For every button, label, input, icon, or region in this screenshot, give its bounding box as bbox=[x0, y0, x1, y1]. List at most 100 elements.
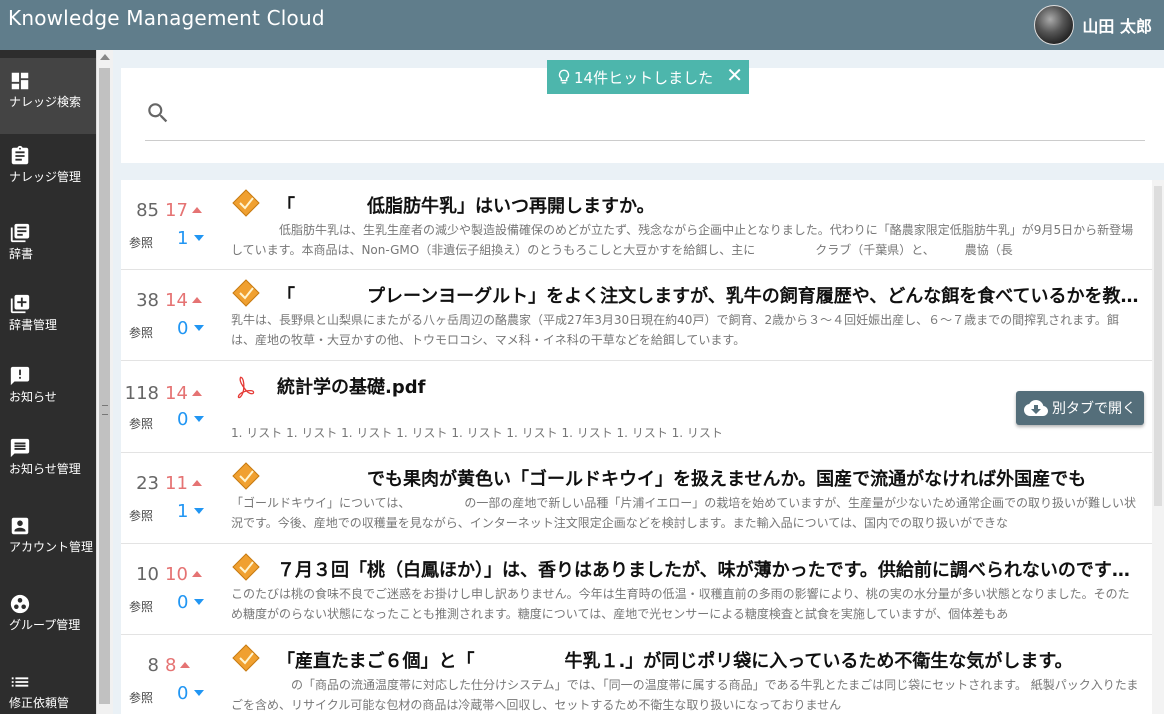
like-count: 11 bbox=[165, 473, 188, 494]
arrow-up-icon bbox=[191, 571, 202, 577]
sidebar-item-label: お知らせ管理 bbox=[9, 462, 81, 476]
sidebar-item-label: お知らせ bbox=[9, 390, 57, 404]
result-title-link[interactable]: ７月３回「桃（白鳳ほか）」は、香りはありましたが、味が薄かったです。供給前に調べ… bbox=[277, 556, 1147, 582]
like-button[interactable]: 17 bbox=[165, 200, 202, 221]
top-bar: Knowledge Management Cloud 山田 太郎 bbox=[0, 0, 1164, 50]
view-count: 8 bbox=[147, 655, 159, 676]
dislike-button[interactable]: 1 bbox=[177, 228, 205, 249]
knowledge-icon bbox=[232, 644, 260, 672]
group-icon bbox=[10, 594, 30, 614]
dashboard-icon bbox=[11, 72, 29, 90]
view-label: 参照 bbox=[129, 417, 154, 431]
like-count: 14 bbox=[165, 383, 188, 404]
list-item[interactable]: 118 参照 14 0 統計学の基礎.pdf 1. リスト 1. リスト 1. … bbox=[121, 361, 1152, 453]
result-title-link[interactable]: でも果肉が黄色い「ゴールドキウイ」を扱えませんか。国産で流通がなければ外国産でも bbox=[277, 465, 1147, 491]
sidebar-item-label: 修正依頼管 bbox=[9, 696, 70, 710]
like-button[interactable]: 14 bbox=[165, 290, 202, 311]
result-title-link[interactable]: 「産直たまご６個」と「 牛乳１.」が同じポリ袋に入っているため不衛生な気がします… bbox=[277, 647, 1147, 673]
dislike-button[interactable]: 0 bbox=[177, 409, 205, 430]
open-in-new-tab-button[interactable]: 別タブで開く bbox=[1016, 391, 1144, 425]
results-scrollbar[interactable] bbox=[1152, 180, 1164, 714]
view-count: 10 bbox=[136, 564, 159, 585]
view-label: 参照 bbox=[129, 600, 154, 614]
scroll-up-arrow-icon[interactable] bbox=[100, 54, 110, 60]
dislike-count: 0 bbox=[177, 409, 189, 430]
arrow-down-icon bbox=[194, 690, 205, 696]
user-menu[interactable]: 山田 太郎 bbox=[1034, 0, 1164, 50]
pdf-icon bbox=[237, 376, 255, 399]
search-input[interactable] bbox=[145, 140, 1145, 141]
view-label: 参照 bbox=[129, 509, 154, 523]
arrow-up-icon bbox=[191, 207, 202, 213]
arrow-down-icon bbox=[194, 599, 205, 605]
list-item[interactable]: 10 参照 10 0 ７月３回「桃（白鳳ほか）」は、香りはありましたが、味が薄か… bbox=[121, 544, 1152, 635]
clipboard-icon bbox=[11, 145, 29, 165]
list-item[interactable]: 23 参照 11 1 でも果肉が黄色い「ゴールドキウイ」を扱えませんか。国産で流… bbox=[121, 453, 1152, 544]
arrow-down-icon bbox=[194, 325, 205, 331]
dislike-button[interactable]: 0 bbox=[177, 683, 205, 704]
result-snippet: このたびは桃の食味不良でご迷惑をお掛けし申し訳ありません。今年は生育時の低温・収… bbox=[231, 587, 1130, 621]
like-button[interactable]: 8 bbox=[165, 655, 191, 676]
arrow-down-icon bbox=[194, 508, 205, 514]
dislike-button[interactable]: 1 bbox=[177, 501, 205, 522]
knowledge-icon bbox=[232, 279, 260, 307]
sidebar-item-news-manage[interactable]: お知らせ管理 bbox=[0, 437, 96, 476]
sidebar-item-label: 辞書管理 bbox=[9, 318, 58, 332]
like-count: 8 bbox=[165, 655, 177, 676]
user-name[interactable]: 山田 太郎 bbox=[1082, 13, 1152, 37]
arrow-down-icon bbox=[194, 235, 205, 241]
view-label: 参照 bbox=[129, 691, 154, 705]
sidebar-item-group-manage[interactable]: グループ管理 bbox=[0, 593, 96, 632]
sidebar-item-knowledge-manage[interactable]: ナレッジ管理 bbox=[0, 145, 96, 184]
list-icon bbox=[11, 677, 29, 687]
view-count: 85 bbox=[136, 200, 159, 221]
sidebar-item-news[interactable]: お知らせ bbox=[0, 365, 96, 404]
sidebar-item-dictionary-manage[interactable]: 辞書管理 bbox=[0, 293, 96, 332]
sidebar-item-label: ナレッジ検索 bbox=[9, 95, 82, 109]
sidebar-item-revision-request[interactable]: 修正依頼管 bbox=[0, 671, 96, 710]
scrollbar-thumb[interactable] bbox=[1154, 186, 1162, 506]
view-label: 参照 bbox=[129, 326, 154, 340]
sidebar-item-knowledge-search[interactable]: ナレッジ検索 bbox=[0, 58, 96, 134]
splitter-grip-icon[interactable] bbox=[102, 405, 108, 415]
like-count: 14 bbox=[165, 290, 188, 311]
result-snippet: 1. リスト 1. リスト 1. リスト 1. リスト 1. リスト 1. リス… bbox=[231, 426, 723, 440]
dislike-button[interactable]: 0 bbox=[177, 318, 205, 339]
dislike-count: 1 bbox=[177, 228, 189, 249]
dislike-button[interactable]: 0 bbox=[177, 592, 205, 613]
knowledge-icon bbox=[232, 462, 260, 490]
scrollbar-thumb[interactable] bbox=[99, 68, 110, 704]
result-snippet: の「商品の流通温度帯に対応した仕分けシステム」では、「同一の温度帯に属する商品」… bbox=[231, 678, 1139, 712]
result-title-link[interactable]: 「 プレーンヨーグルト」をよく注文しますが、乳牛の飼育履歴や、どんな餌を食べてい… bbox=[277, 282, 1147, 308]
view-label: 参照 bbox=[129, 236, 154, 250]
sidebar-item-account-manage[interactable]: アカウント管理 bbox=[0, 515, 96, 554]
account-box-icon bbox=[11, 517, 29, 535]
sidebar-item-label: 辞書 bbox=[9, 247, 34, 261]
like-count: 17 bbox=[165, 200, 188, 221]
like-button[interactable]: 14 bbox=[165, 383, 202, 404]
like-button[interactable]: 11 bbox=[165, 473, 202, 494]
arrow-up-icon bbox=[180, 662, 191, 668]
knowledge-icon bbox=[232, 189, 260, 217]
arrow-up-icon bbox=[191, 297, 202, 303]
dislike-count: 0 bbox=[177, 683, 189, 704]
search-icon[interactable] bbox=[145, 100, 171, 126]
message-icon bbox=[10, 438, 30, 458]
like-button[interactable]: 10 bbox=[165, 564, 202, 585]
sidebar: ナレッジ検索 ナレッジ管理 辞書 辞書管理 お知らせ お知らせ管理 アカウント管… bbox=[0, 50, 96, 714]
open-button-label: 別タブで開く bbox=[1052, 401, 1136, 417]
hit-count-text: 14件ヒットしました bbox=[574, 68, 714, 87]
result-snippet: 「ゴールドキウイ」については、 の一部の産地で新しい品種「片浦イエロー」の栽培を… bbox=[231, 496, 1137, 530]
result-title-link[interactable]: 「 低脂肪牛乳」はいつ再開しますか。 bbox=[277, 192, 1147, 218]
sidebar-scrollbar[interactable] bbox=[96, 50, 113, 714]
list-item[interactable]: 38 参照 14 0 「 プレーンヨーグルト」をよく注文しますが、乳牛の飼育履歴… bbox=[121, 270, 1152, 361]
list-item[interactable]: 85 参照 17 1 「 低脂肪牛乳」はいつ再開しますか。 低脂肪牛乳は、生乳生… bbox=[121, 180, 1152, 270]
like-count: 10 bbox=[165, 564, 188, 585]
sidebar-item-dictionary[interactable]: 辞書 bbox=[0, 222, 96, 261]
knowledge-icon bbox=[232, 553, 260, 581]
avatar[interactable] bbox=[1034, 5, 1075, 45]
list-item[interactable]: 8 参照 8 0 「産直たまご６個」と「 牛乳１.」が同じポリ袋に入っているため… bbox=[121, 635, 1152, 714]
close-icon[interactable]: ✕ bbox=[726, 63, 743, 87]
results-list: 85 参照 17 1 「 低脂肪牛乳」はいつ再開しますか。 低脂肪牛乳は、生乳生… bbox=[121, 180, 1152, 714]
dislike-count: 0 bbox=[177, 592, 189, 613]
